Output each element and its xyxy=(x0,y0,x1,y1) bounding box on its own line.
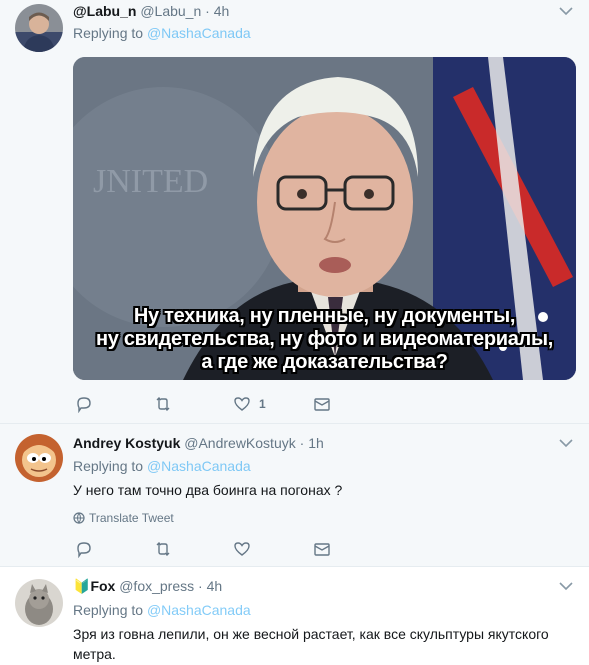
tweet[interactable]: Andrey Kostyuk @AndrewKostuyk · 1h Reply… xyxy=(0,424,589,567)
display-name[interactable]: @Labu_n xyxy=(73,3,136,19)
reply-button[interactable] xyxy=(75,394,93,414)
cartoon-avatar-icon xyxy=(15,434,63,482)
like-count: 1 xyxy=(259,397,266,411)
avatar[interactable] xyxy=(15,434,63,482)
reply-icon xyxy=(77,397,91,413)
message-button[interactable] xyxy=(313,394,331,414)
timestamp[interactable]: 1h xyxy=(308,435,324,451)
avatar[interactable] xyxy=(15,579,63,627)
tweet[interactable]: 🔰Fox @fox_press · 4h Replying to @NashaC… xyxy=(0,567,589,665)
timestamp[interactable]: 4h xyxy=(207,578,223,594)
translate-tweet-link[interactable]: Translate Tweet xyxy=(73,511,174,525)
replying-prefix: Replying to xyxy=(73,25,144,41)
tweet-header: @Labu_n @Labu_n · 4h xyxy=(73,2,229,20)
globe-icon xyxy=(73,512,85,524)
like-button[interactable] xyxy=(233,539,251,559)
caption-line: а где же доказательства? xyxy=(201,351,448,373)
reply-mention-link[interactable]: @NashaCanada xyxy=(147,602,251,618)
replying-prefix: Replying to xyxy=(73,458,144,474)
reply-icon xyxy=(77,542,91,558)
user-handle[interactable]: @AndrewKostuyk xyxy=(184,435,295,451)
reply-button[interactable] xyxy=(75,539,93,559)
tweet-text: Зря из говна лепили, он же весной растае… xyxy=(73,626,549,662)
heart-icon xyxy=(234,397,250,411)
chevron-down-icon[interactable] xyxy=(559,6,573,16)
replying-to: Replying to @NashaCanada xyxy=(73,24,251,42)
separator-dot: · xyxy=(198,578,203,594)
tweet-photo[interactable]: JNITED Ну техника, ну пленные, ну докуме… xyxy=(73,57,576,380)
tweet-header: Andrey Kostyuk @AndrewKostuyk · 1h xyxy=(73,434,324,452)
avatar[interactable] xyxy=(15,4,63,52)
chevron-down-icon[interactable] xyxy=(559,438,573,448)
tweet-actions xyxy=(73,539,373,559)
beginner-badge-icon: 🔰 xyxy=(73,578,91,594)
reply-mention-link[interactable]: @NashaCanada xyxy=(147,458,251,474)
like-button[interactable]: 1 xyxy=(233,394,266,414)
envelope-icon xyxy=(314,398,330,411)
envelope-icon xyxy=(314,543,330,556)
replying-to: Replying to @NashaCanada xyxy=(73,457,251,475)
message-button[interactable] xyxy=(313,539,331,559)
separator-dot: · xyxy=(299,435,305,451)
display-name[interactable]: Fox xyxy=(90,578,115,594)
retweet-icon xyxy=(156,397,170,411)
tweet[interactable]: @Labu_n @Labu_n · 4h Replying to @NashaC… xyxy=(0,0,589,424)
user-handle[interactable]: @fox_press xyxy=(119,578,194,594)
display-name[interactable]: Andrey Kostyuk xyxy=(73,435,180,451)
retweet-button[interactable] xyxy=(154,394,172,414)
reply-mention-link[interactable]: @NashaCanada xyxy=(147,25,251,41)
caption-line: ну свидетельства, ну фото и видеоматериа… xyxy=(95,328,553,350)
svg-text:JNITED: JNITED xyxy=(93,163,208,200)
tweet-text: У него там точно два боинга на погонах ? xyxy=(73,482,343,498)
user-handle[interactable]: @Labu_n xyxy=(140,3,201,19)
separator-dot: · xyxy=(205,3,210,19)
tweet-actions: 1 xyxy=(73,394,373,414)
replying-to: Replying to @NashaCanada xyxy=(73,601,251,619)
image-caption: Ну техника, ну пленные, ну документы, ну… xyxy=(73,305,576,374)
caption-line: Ну техника, ну пленные, ну документы, xyxy=(133,305,516,327)
heart-icon xyxy=(234,542,250,556)
retweet-button[interactable] xyxy=(154,539,172,559)
translate-label: Translate Tweet xyxy=(89,511,174,525)
tweet-header: 🔰Fox @fox_press · 4h xyxy=(73,577,222,595)
person-avatar-icon xyxy=(15,4,63,52)
chevron-down-icon[interactable] xyxy=(559,581,573,591)
timestamp[interactable]: 4h xyxy=(214,3,230,19)
cat-avatar-icon xyxy=(15,579,63,627)
retweet-icon xyxy=(156,542,170,556)
replying-prefix: Replying to xyxy=(73,602,144,618)
